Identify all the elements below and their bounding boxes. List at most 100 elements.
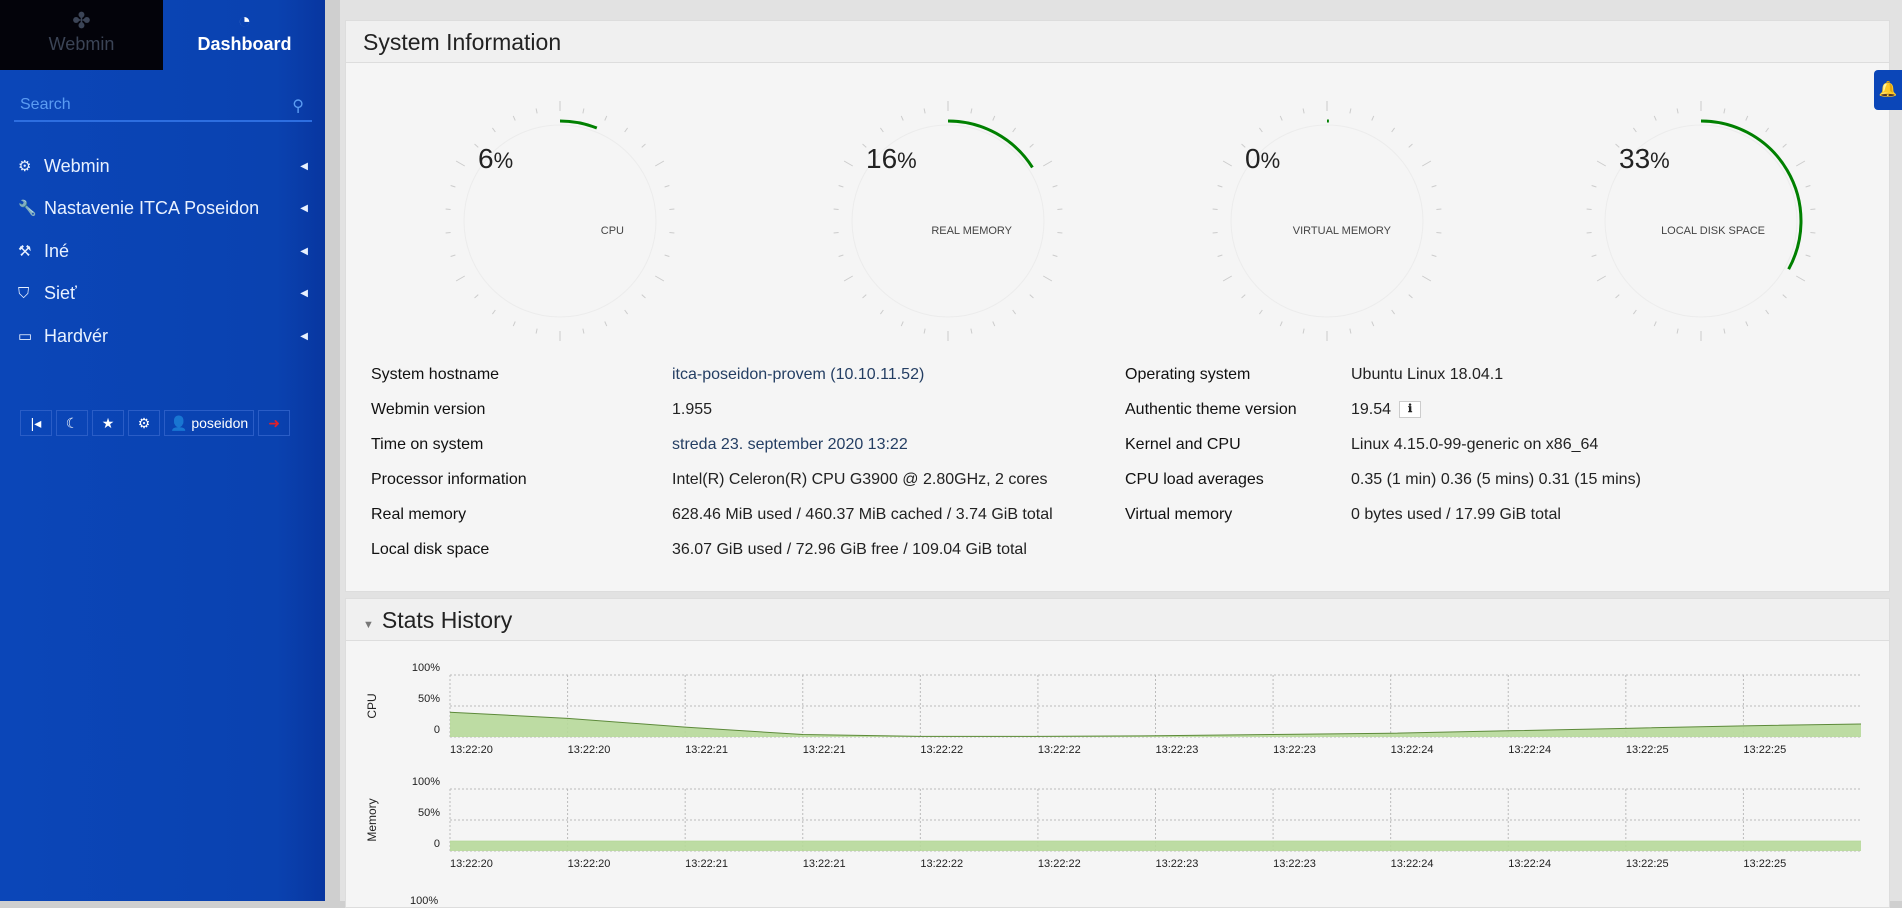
moon-icon: ☾	[66, 415, 79, 432]
theme-info-button[interactable]: ℹ	[1399, 401, 1421, 418]
gauge-number: 0	[1245, 143, 1261, 174]
gauge-tick	[451, 255, 456, 257]
gauge-local-disk-space: 33%LOCAL DISK SPACE	[1571, 91, 1831, 351]
third-chart-ytick: 100%	[410, 895, 438, 907]
tab-webmin[interactable]: ✤Webmin	[0, 0, 163, 70]
collapse-icon: |◂	[31, 415, 42, 432]
gauge-tick	[513, 116, 515, 121]
user-button[interactable]: 👤 poseidon	[164, 410, 254, 436]
gauge-real-memory: 16%REAL MEMORY	[818, 91, 1078, 351]
x-tick-label: 13:22:22	[920, 858, 963, 870]
gauge-tick	[863, 295, 867, 298]
info-label: Webmin version	[371, 401, 485, 419]
gauge-tick	[1597, 276, 1606, 281]
info-value-text: itca-poseidon-provem (10.10.11.52)	[672, 366, 924, 383]
info-label: Processor information	[371, 471, 527, 489]
info-label: Time on system	[371, 436, 483, 454]
gauge-tick	[1724, 329, 1725, 334]
gauge-tick	[1796, 276, 1805, 281]
gauge-tick	[1053, 255, 1058, 257]
x-tick-label: 13:22:21	[685, 744, 728, 756]
system-information-panel: System Information 6%CPU16%REAL MEMORY0%…	[345, 20, 1890, 592]
gauge-tick	[1392, 310, 1395, 314]
gauge-tick	[1409, 295, 1413, 298]
info-label: Operating system	[1125, 366, 1250, 384]
gauge-tick	[1422, 161, 1431, 166]
gauge-tick	[1677, 329, 1678, 334]
gauge-tick	[655, 161, 664, 166]
gauge-tick	[1436, 232, 1441, 233]
search-input[interactable]: Search ⚲	[14, 92, 312, 122]
gauge-tick	[1432, 185, 1437, 187]
gauge-tick	[1810, 232, 1815, 233]
gauge-tick	[1724, 109, 1725, 114]
collapse-sidebar-button[interactable]: |◂	[20, 410, 52, 436]
info-value[interactable]: streda 23. september 2020 13:22	[672, 436, 908, 454]
search-placeholder: Search	[20, 96, 71, 113]
gauge-tick	[605, 321, 607, 326]
gauge-tick	[456, 161, 465, 166]
caret-left-icon: ◀	[300, 288, 308, 299]
info-value-text: 19.54	[1351, 401, 1391, 418]
sidebar-item-webmin[interactable]: ⚙Webmin◀	[18, 151, 308, 181]
info-value-text: Linux 4.15.0-99-generic on x86_64	[1351, 436, 1598, 453]
logout-button[interactable]: ➜	[258, 410, 290, 436]
gauge-tick	[446, 232, 451, 233]
sidebar-item-label: Nastavenie ITCA Poseidon	[44, 198, 259, 219]
gauge-tick	[1013, 310, 1016, 314]
info-value: Linux 4.15.0-99-generic on x86_64	[1351, 436, 1598, 454]
gauge-number: 16	[866, 143, 897, 174]
gauge-value: 0%	[1245, 143, 1280, 175]
gauge-tick	[1223, 161, 1232, 166]
gauge-tick	[642, 144, 646, 147]
info-label: Kernel and CPU	[1125, 436, 1241, 454]
gauge-tick	[880, 128, 883, 132]
tab-dashboard[interactable]: ◔Dashboard	[163, 0, 326, 70]
gauge-tick	[1592, 255, 1597, 257]
y-tick-label: 50%	[418, 807, 440, 819]
gauge-tick	[1746, 321, 1748, 326]
gauge-tick	[1013, 128, 1016, 132]
info-value[interactable]: itca-poseidon-provem (10.10.11.52)	[672, 366, 924, 384]
info-value-text: 0.35 (1 min) 0.36 (5 mins) 0.31 (15 mins…	[1351, 471, 1641, 488]
info-value: 36.07 GiB used / 72.96 GiB free / 109.04…	[672, 541, 1027, 559]
sidebar-item-siet[interactable]: ⛉Sieť◀	[18, 278, 308, 308]
x-tick-label: 13:22:20	[568, 744, 611, 756]
gauge-tick	[1796, 161, 1805, 166]
gauge-cpu: 6%CPU	[430, 91, 690, 351]
gauge-tick	[1654, 321, 1656, 326]
night-mode-button[interactable]: ☾	[56, 410, 88, 436]
sidebar-item-ine[interactable]: ⚒Iné◀	[18, 236, 308, 266]
gauge-tick	[1057, 232, 1062, 233]
gauge-tick	[1057, 209, 1062, 210]
bell-icon: 🔔	[1879, 81, 1898, 98]
gauge-tick	[1392, 128, 1395, 132]
y-tick-label: 50%	[418, 693, 440, 705]
gauge-tick	[642, 295, 646, 298]
info-value-text: Intel(R) Celeron(R) CPU G3900 @ 2.80GHz,…	[672, 471, 1047, 488]
sidebar-item-label: Sieť	[44, 283, 77, 304]
gauge-tick	[1053, 185, 1058, 187]
x-tick-label: 13:22:20	[450, 858, 493, 870]
theme-settings-button[interactable]: ⚙	[128, 410, 160, 436]
search-icon[interactable]: ⚲	[292, 96, 304, 116]
gauge-tick	[1806, 255, 1811, 257]
notifications-button[interactable]: 🔔	[1874, 70, 1902, 110]
gauge-tick	[1409, 144, 1413, 147]
info-label: Local disk space	[371, 541, 489, 559]
info-value-text: 36.07 GiB used / 72.96 GiB free / 109.04…	[672, 541, 1027, 558]
x-tick-label: 13:22:24	[1508, 858, 1551, 870]
info-value-text: 628.46 MiB used / 460.37 MiB cached / 3.…	[672, 506, 1053, 523]
percent-sign: %	[494, 148, 514, 173]
gauge-tick	[446, 209, 451, 210]
gauge-tick	[1350, 329, 1351, 334]
main-content: System Information 6%CPU16%REAL MEMORY0%…	[340, 0, 1902, 901]
tab-label: Dashboard	[197, 34, 291, 54]
x-tick-label: 13:22:24	[1391, 858, 1434, 870]
sidebar-item-hardver[interactable]: ▭Hardvér◀	[18, 321, 308, 351]
panel-header[interactable]: ▼Stats History	[346, 599, 1889, 641]
sidebar-item-nastavenie[interactable]: 🔧Nastavenie ITCA Poseidon◀	[18, 193, 308, 223]
favorites-button[interactable]: ★	[92, 410, 124, 436]
chart-ylabel: CPU	[365, 693, 379, 718]
gauge-tick	[1633, 128, 1636, 132]
